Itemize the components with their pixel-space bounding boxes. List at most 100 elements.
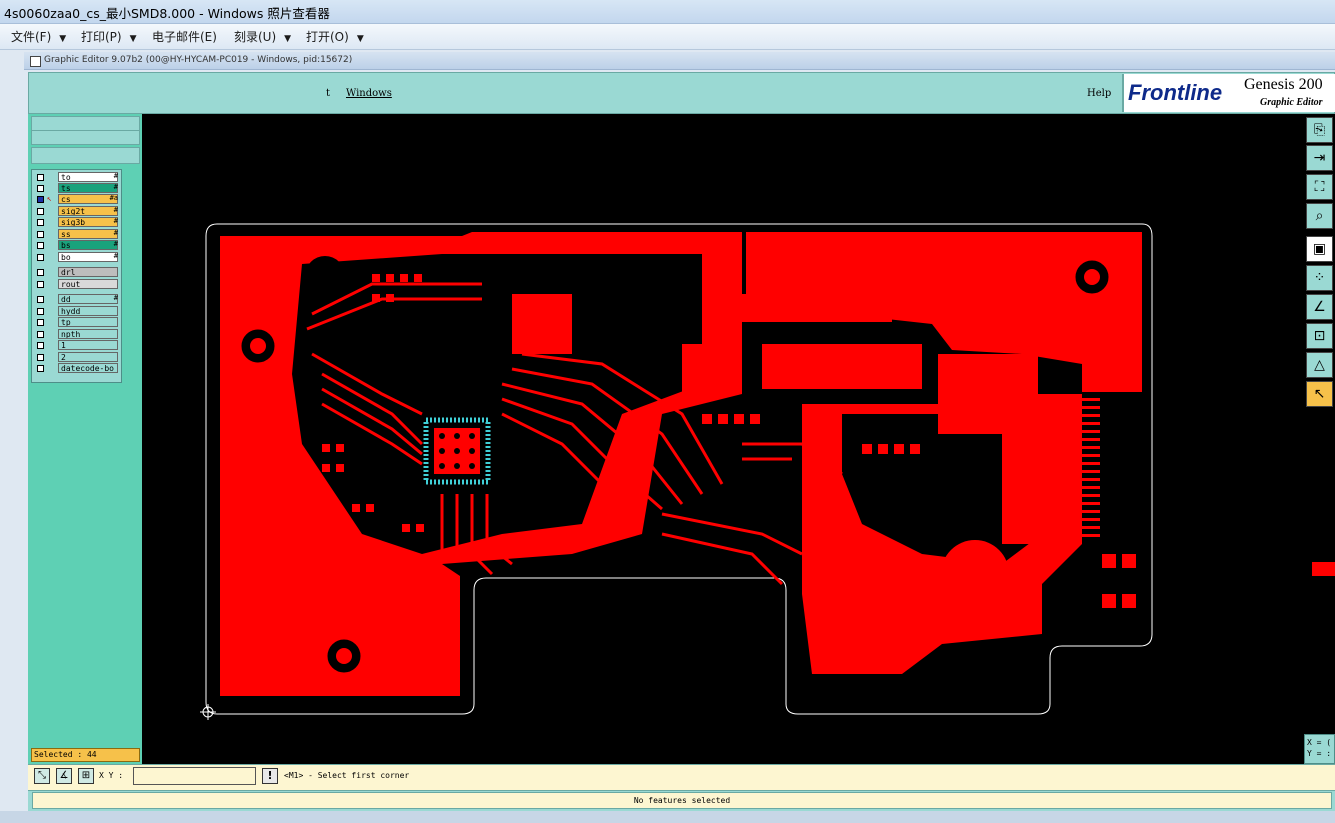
layer-name[interactable]: to [58, 172, 118, 182]
coord-y: Y = : [1307, 749, 1332, 758]
layer-checkbox[interactable] [37, 365, 44, 372]
layer-row-rout[interactable]: rout [34, 279, 120, 290]
zoom-box-icon[interactable]: ⤡ [34, 768, 50, 784]
app-icon [30, 56, 41, 67]
menu-open[interactable]: 打开(O) ▼ [306, 28, 364, 45]
npth-hole [305, 256, 345, 296]
mini-preview [1312, 562, 1335, 576]
layer-row-bo[interactable]: bo # [34, 252, 120, 263]
editor-title: Graphic Editor 9.07b2 (00@HY-HYCAM-PC019… [44, 55, 353, 65]
panel-field-1[interactable] [31, 116, 140, 131]
measure-angle-icon[interactable]: ∡ [56, 768, 72, 784]
window-title: 4s0060zaa0_cs_最小SMD8.000 - Windows 照片查看器 [4, 6, 330, 21]
coord-x: X = ( [1307, 738, 1332, 747]
layer-checkbox[interactable] [37, 296, 44, 303]
layer-checkbox[interactable] [37, 219, 44, 226]
copper-block [682, 344, 732, 394]
layer-checkbox[interactable] [37, 269, 44, 276]
layer-name[interactable]: rout [58, 279, 118, 289]
snap-icon[interactable]: ⁘ [1306, 265, 1333, 291]
layer-row-to[interactable]: to # [34, 172, 120, 183]
layer-name[interactable]: sig3b [58, 217, 118, 227]
menu-email[interactable]: 电子邮件(E) [152, 28, 217, 45]
fit-icon[interactable]: ⛶ [1306, 174, 1333, 200]
menu-partial[interactable]: t [326, 88, 330, 99]
layer-row-cs[interactable]: ↖ cs #a [34, 194, 120, 205]
layer-checkbox[interactable] [37, 174, 44, 181]
layer-checkbox[interactable] [37, 308, 44, 315]
menu-help[interactable]: Help [1087, 88, 1111, 99]
layer-row-ts[interactable]: ts # [34, 183, 120, 194]
layer-name[interactable]: ss [58, 229, 118, 239]
cursor-icon[interactable]: ↖ [1306, 381, 1333, 407]
layer-checkbox[interactable] [37, 354, 44, 361]
layer-row-dd[interactable]: dd # [34, 294, 120, 305]
copper-block [512, 294, 572, 354]
layer-checkbox[interactable] [37, 319, 44, 326]
layer-name[interactable]: datecode-bo [58, 363, 118, 373]
large-round-pad [941, 540, 1009, 608]
arrow-in-icon[interactable]: ⇥ [1306, 145, 1333, 171]
layer-flags: # [113, 294, 118, 302]
zoom-icon[interactable]: ⌕ [1306, 203, 1333, 229]
layer-name[interactable]: hydd [58, 306, 118, 316]
layer-name[interactable]: 1 [58, 340, 118, 350]
layer-checkbox[interactable] [37, 281, 44, 288]
pcb-board [200, 223, 1153, 720]
layer-row-tp[interactable]: tp [34, 317, 120, 328]
layer-row-datecode-bo[interactable]: datecode-bo [34, 363, 120, 374]
layer-row-npth[interactable]: npth [34, 329, 120, 340]
layer-checkbox[interactable] [37, 342, 44, 349]
frame-icon[interactable]: ▣ [1306, 236, 1333, 262]
layer-name[interactable]: tp [58, 317, 118, 327]
layer-name[interactable]: dd [58, 294, 118, 304]
pcb-canvas[interactable] [142, 114, 1304, 764]
menu-windows[interactable]: Windows [346, 88, 392, 99]
layer-row-bs[interactable]: bs # [34, 240, 120, 251]
layer-name[interactable]: ts [58, 183, 118, 193]
layer-row-1[interactable]: 1 [34, 340, 120, 351]
copper-block [762, 344, 922, 389]
layer-checkbox[interactable] [37, 254, 44, 261]
layer-checkbox[interactable] [37, 231, 44, 238]
measure-icon[interactable]: ∠ [1306, 294, 1333, 320]
page-icon[interactable]: ⎘ [1306, 117, 1333, 143]
layer-name[interactable]: 2 [58, 352, 118, 362]
layer-flags: # [113, 217, 118, 225]
layer-row-sig2t[interactable]: sig2t # [34, 206, 120, 217]
layer-checkbox[interactable] [37, 242, 44, 249]
taskbar-strip [0, 811, 1335, 823]
layer-flags: # [113, 229, 118, 237]
active-layer-icon: ↖ [47, 194, 52, 203]
grid-icon[interactable]: ⊞ [78, 768, 94, 784]
layer-flags: # [113, 172, 118, 180]
warning-button[interactable]: ! [262, 768, 278, 784]
menu-burn[interactable]: 刻录(U) ▼ [234, 28, 291, 45]
layer-row-ss[interactable]: ss # [34, 229, 120, 240]
layer-flags: # [113, 206, 118, 214]
xy-input[interactable] [133, 767, 256, 785]
menu-file[interactable]: 文件(F) ▼ [11, 28, 66, 45]
origin-marker [200, 704, 216, 720]
command-prompt: <M1> - Select first corner [284, 771, 410, 780]
triangle-icon[interactable]: △ [1306, 352, 1333, 378]
layer-checkbox[interactable] [37, 185, 44, 192]
layer-row-drl[interactable]: drl [34, 267, 120, 278]
frontline-brand: Frontline [1128, 80, 1223, 105]
panel-field-3[interactable] [31, 147, 140, 164]
layer-row-sig3b[interactable]: sig3b # [34, 217, 120, 228]
layer-row-hydd[interactable]: hydd [34, 306, 120, 317]
panel-field-2[interactable] [31, 130, 140, 145]
layer-name[interactable]: drl [58, 267, 118, 277]
select-icon[interactable]: ⊡ [1306, 323, 1333, 349]
menu-print[interactable]: 打印(P) ▼ [81, 28, 137, 45]
layer-name[interactable]: npth [58, 329, 118, 339]
layer-checkbox[interactable] [37, 208, 44, 215]
layer-name[interactable]: bs [58, 240, 118, 250]
mounting-hole-1 [238, 326, 278, 366]
layer-row-2[interactable]: 2 [34, 352, 120, 363]
layer-name[interactable]: sig2t [58, 206, 118, 216]
layer-checkbox[interactable] [37, 331, 44, 338]
layer-name[interactable]: bo [58, 252, 118, 262]
layer-checkbox[interactable] [37, 196, 44, 203]
